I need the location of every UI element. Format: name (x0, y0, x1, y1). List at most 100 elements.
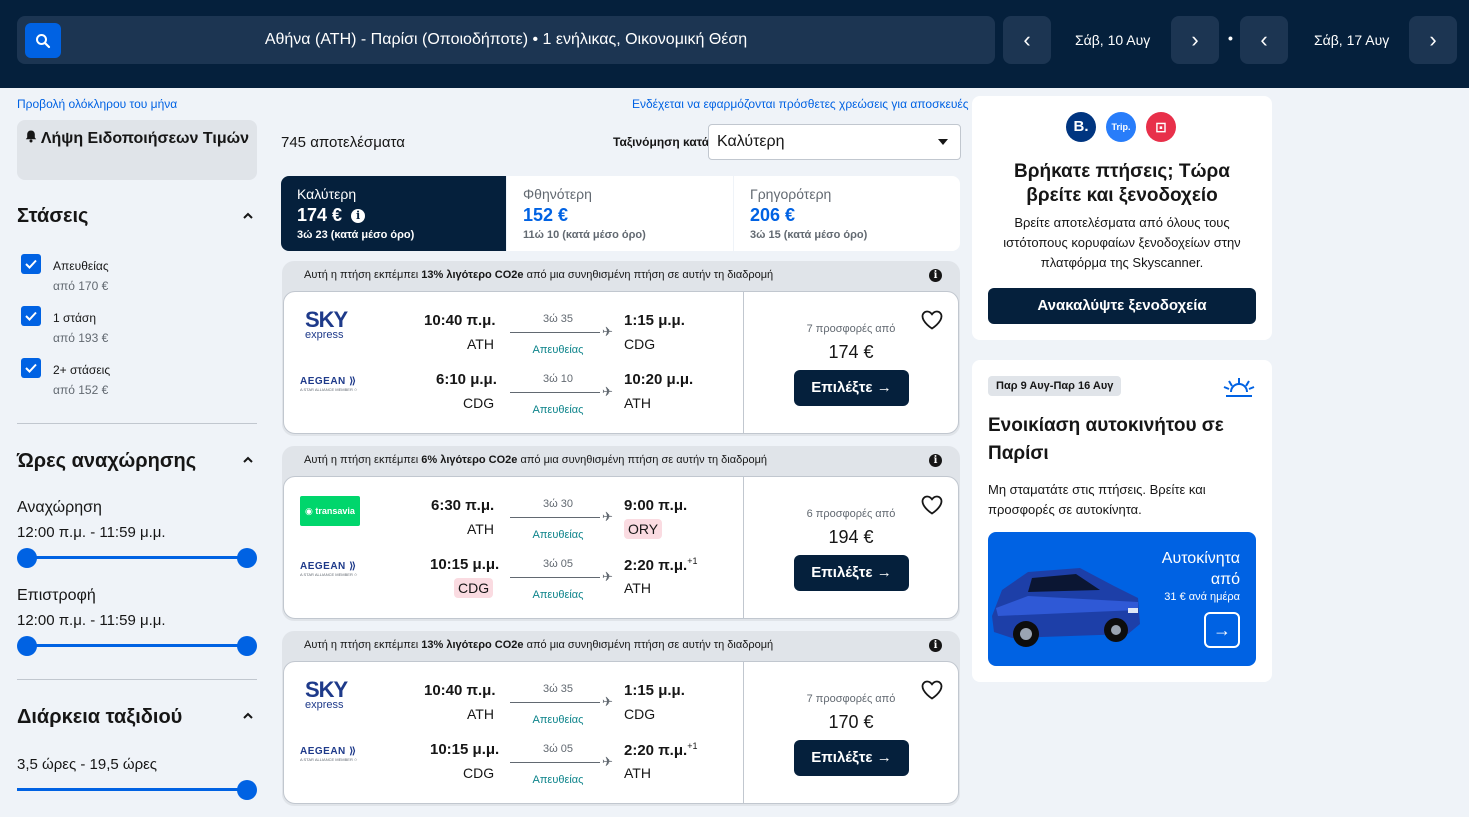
select-button[interactable]: Επιλέξτε → (794, 555, 909, 591)
result-card-body[interactable]: SKY express 10:40 π.μ. ATH 3ώ 35 ✈ Απευθ… (283, 291, 959, 434)
baggage-fees-link[interactable]: Ενδέχεται να εφαρμόζονται πρόσθετες χρεώ… (632, 97, 969, 111)
aegean-logo: AEGEAN ⟫ A STAR ALLIANCE MEMBER ✩ (300, 561, 358, 577)
return-date[interactable]: Σάβ, 17 Αυγ (1314, 32, 1389, 48)
return-slider-max-handle[interactable] (237, 636, 257, 656)
result-price: 170 € (828, 712, 874, 732)
chevron-left-icon: ‹ (1260, 27, 1268, 52)
depart-next-button[interactable]: › (1171, 16, 1219, 64)
tab-best-title: Καλύτερη (297, 186, 357, 202)
stops-direct-label: Απευθείας (53, 259, 109, 273)
info-icon[interactable]: i (929, 454, 942, 467)
co2-text: Αυτή η πτήση εκπέμπει (304, 454, 422, 466)
stops-one-price: από 193 € (53, 331, 109, 345)
tab-best-price: 174 € (297, 205, 343, 225)
return-next-button[interactable]: › (1409, 16, 1457, 64)
route-line (510, 517, 600, 518)
car-promo-banner[interactable]: Αυτοκίνητα από 31 € ανά ημέρα → (988, 532, 1256, 666)
ret-arrive-time: 2:20 π.μ.+1 (624, 741, 697, 759)
card-divider (743, 477, 744, 618)
tab-fastest[interactable]: Γρηγορότερη 206 € 3ώ 15 (κατά μέσο όρο) (734, 176, 960, 251)
select-button[interactable]: Επιλέξτε → (794, 740, 909, 776)
select-label: Επιλέξτε (811, 564, 873, 581)
stops-direct-price: από 170 € (53, 279, 109, 293)
chevron-up-icon[interactable] (241, 453, 255, 467)
result-card[interactable]: Αυτή η πτήση εκπέμπει 13% λιγότερο CO2e … (282, 631, 960, 806)
hotel-ad-text: Βρείτε αποτελέσματα από όλους τους ιστότ… (1003, 215, 1241, 270)
sort-select[interactable]: Καλύτερη (708, 124, 961, 160)
tab-best-sub: 3ώ 23 (κατά μέσο όρο) (297, 229, 415, 241)
ret-depart-airport: CDG (463, 395, 495, 411)
tab-cheapest[interactable]: Φθηνότερη 152 € 11ώ 10 (κατά μέσο όρο) (507, 176, 733, 251)
plane-icon: ✈ (602, 694, 613, 709)
arrow-right-icon: → (876, 749, 892, 766)
select-button[interactable]: Επιλέξτε → (794, 370, 909, 406)
divider (17, 679, 257, 680)
top-bar: Αθήνα (ATH) - Παρίσι (Οποιοδήποτε) • 1 ε… (0, 0, 1469, 88)
info-icon[interactable]: i (351, 209, 366, 223)
route-line (510, 392, 600, 393)
ret-stops: Απευθείας (532, 589, 584, 601)
tab-best[interactable]: Καλύτερη 174 € i 3ώ 23 (κατά μέσο όρο) (281, 176, 506, 251)
arrow-right-icon: → (876, 379, 892, 396)
transavia-logo: ◉ transavia (300, 496, 360, 526)
discover-hotels-button[interactable]: Ανακαλύψτε ξενοδοχεία (988, 288, 1256, 324)
out-depart-time: 10:40 π.μ. (424, 682, 496, 699)
ret-depart-time: 10:15 μ.μ. (430, 741, 500, 758)
heart-icon[interactable] (921, 680, 943, 700)
depart-prev-button[interactable]: ‹ (1003, 16, 1051, 64)
duration-slider-track[interactable] (17, 788, 247, 791)
return-slider-track[interactable] (25, 644, 247, 647)
arrow-right-icon: → (876, 564, 892, 581)
chevron-up-icon[interactable] (241, 209, 255, 223)
chevron-right-icon: › (1429, 27, 1437, 52)
route-line (510, 702, 600, 703)
chevron-up-icon[interactable] (241, 709, 255, 723)
search-summary-box[interactable]: Αθήνα (ATH) - Παρίσι (Οποιοδήποτε) • 1 ε… (17, 16, 995, 64)
stops-two-plus-checkbox[interactable] (21, 358, 41, 378)
car-promo-price: 31 € ανά ημέρα (1164, 591, 1240, 603)
outbound-slider-max-handle[interactable] (237, 548, 257, 568)
ret-depart-time: 6:10 μ.μ. (436, 371, 497, 388)
return-slider-min-handle[interactable] (17, 636, 37, 656)
results-count: 745 αποτελέσματα (281, 134, 405, 151)
result-price: 194 € (828, 527, 874, 547)
out-duration: 3ώ 35 (543, 313, 573, 325)
car-rental-ad-card[interactable]: Παρ 9 Αυγ-Παρ 16 Αυγ Ενοικίαση αυτοκινήτ… (972, 360, 1272, 682)
duration-slider-handle[interactable] (237, 780, 257, 800)
outbound-time-label: Αναχώρηση (17, 499, 102, 516)
co2-highlight: 13% λιγότερο CO2e (421, 269, 524, 281)
car-promo-arrow-button[interactable]: → (1204, 612, 1240, 648)
stops-one-checkbox[interactable] (21, 306, 41, 326)
out-duration: 3ώ 30 (543, 498, 573, 510)
outbound-slider-min-handle[interactable] (17, 548, 37, 568)
price-alert-button[interactable]: Λήψη Ειδοποιήσεων Τιμών (17, 120, 257, 180)
check-icon (25, 311, 37, 321)
info-icon[interactable]: i (929, 639, 942, 652)
result-card-body[interactable]: SKY express 10:40 π.μ. ATH 3ώ 35 ✈ Απευθ… (283, 661, 959, 804)
ret-duration: 3ώ 05 (543, 743, 573, 755)
return-prev-button[interactable]: ‹ (1240, 16, 1288, 64)
out-depart-airport: ATH (467, 336, 494, 352)
tab-fastest-sub: 3ώ 15 (κατά μέσο όρο) (750, 229, 868, 241)
ret-stops: Απευθείας (532, 774, 584, 786)
co2-text: Αυτή η πτήση εκπέμπει (304, 269, 422, 281)
return-time-label: Επιστροφή (17, 587, 96, 604)
result-card[interactable]: Αυτή η πτήση εκπέμπει 6% λιγότερο CO2e α… (282, 446, 960, 621)
info-icon[interactable]: i (929, 269, 942, 282)
ret-depart-airport: CDG (463, 765, 495, 781)
result-card[interactable]: Αυτή η πτήση εκπέμπει 13% λιγότερο CO2e … (282, 261, 960, 436)
hotels-logo: ⊡ (1146, 112, 1176, 142)
result-card-body[interactable]: ◉ transavia 6:30 π.μ. ATH 3ώ 30 ✈ Απευθε… (283, 476, 959, 619)
heart-icon[interactable] (921, 310, 943, 330)
stops-direct-checkbox[interactable] (21, 254, 41, 274)
car-dates-badge: Παρ 9 Αυγ-Παρ 16 Αυγ (988, 376, 1122, 396)
ret-depart-time: 10:15 μ.μ. (430, 556, 500, 573)
heart-icon[interactable] (921, 495, 943, 515)
car-promo-line2: από (1210, 571, 1240, 588)
stops-two-plus-label: 2+ στάσεις (53, 363, 111, 377)
depart-date[interactable]: Σάβ, 10 Αυγ (1075, 32, 1150, 48)
whole-month-link[interactable]: Προβολή ολόκληρου του μήνα (17, 97, 177, 111)
car-image (992, 568, 1140, 647)
outbound-slider-track[interactable] (25, 556, 247, 559)
date-separator: • (1228, 30, 1233, 46)
